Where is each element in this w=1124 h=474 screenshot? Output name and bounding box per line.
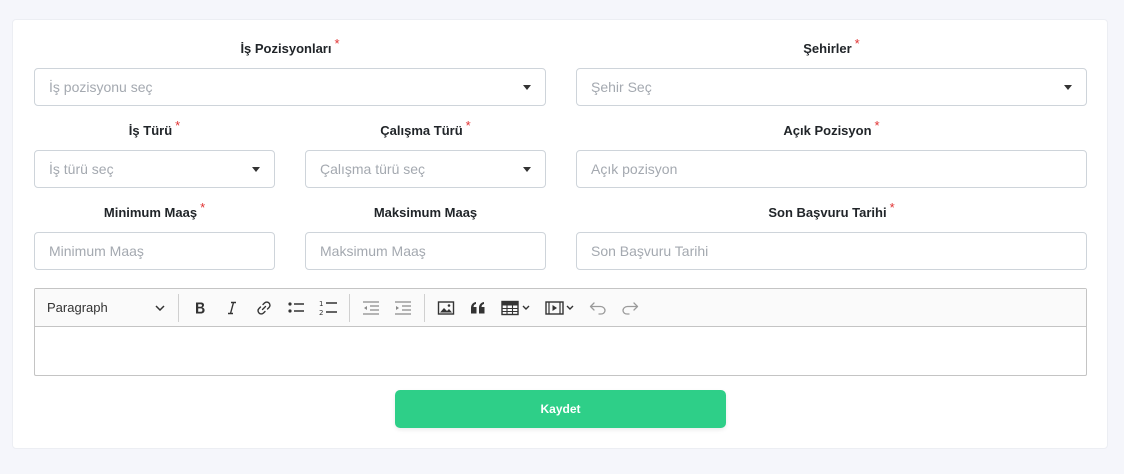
- required-marker: *: [465, 118, 471, 133]
- required-marker: *: [334, 36, 340, 51]
- indent-button[interactable]: [388, 293, 418, 323]
- max-salary-field: Maksimum Maaş Maksimum Maaş: [305, 204, 546, 270]
- position-select[interactable]: İş pozisyonu seç: [34, 68, 546, 106]
- redo-button[interactable]: [615, 293, 645, 323]
- min-salary-field: Minimum Maaş * Minimum Maaş: [34, 200, 275, 270]
- work-type-field: Çalışma Türü * Çalışma türü seç: [305, 118, 546, 188]
- rich-text-editor: Paragraph 12: [34, 288, 1087, 376]
- required-marker: *: [874, 118, 880, 133]
- cities-select[interactable]: Şehir Seç: [576, 68, 1087, 106]
- chevron-down-icon: [1064, 85, 1072, 90]
- link-button[interactable]: [249, 293, 279, 323]
- media-icon: [545, 300, 574, 315]
- position-field: İş Pozisyonları * İş pozisyonu seç: [34, 36, 546, 106]
- deadline-label: Son Başvuru Tarihi *: [768, 200, 895, 220]
- chevron-down-icon: [252, 167, 260, 172]
- required-marker: *: [854, 36, 860, 51]
- cities-placeholder: Şehir Seç: [591, 79, 652, 95]
- open-positions-field: Açık Pozisyon * Açık pozisyon: [576, 118, 1087, 188]
- chevron-down-icon: [155, 304, 165, 311]
- min-salary-input[interactable]: Minimum Maaş: [34, 232, 275, 270]
- numbered-list-button[interactable]: 12: [313, 293, 343, 323]
- numbered-list-icon: 12: [319, 300, 337, 317]
- link-icon: [257, 300, 271, 315]
- cities-field: Şehirler * Şehir Seç: [576, 36, 1087, 106]
- deadline-input[interactable]: Son Başvuru Tarihi: [576, 232, 1087, 270]
- min-salary-label: Minimum Maaş *: [103, 200, 206, 220]
- job-type-label: İş Türü *: [128, 118, 181, 138]
- chevron-down-icon: [523, 85, 531, 90]
- redo-icon: [622, 301, 639, 315]
- undo-icon: [589, 301, 606, 315]
- max-salary-placeholder: Maksimum Maaş: [320, 243, 426, 259]
- insert-table-button[interactable]: [495, 293, 537, 323]
- bold-icon: [196, 302, 205, 313]
- undo-button[interactable]: [583, 293, 613, 323]
- editor-toolbar: Paragraph 12: [35, 289, 1086, 327]
- job-type-field: İş Türü * İş türü seç: [34, 118, 275, 188]
- max-salary-input[interactable]: Maksimum Maaş: [305, 232, 546, 270]
- min-salary-placeholder: Minimum Maaş: [49, 243, 144, 259]
- position-label: İş Pozisyonları *: [240, 36, 340, 56]
- job-type-placeholder: İş türü seç: [49, 161, 114, 177]
- max-salary-label: Maksimum Maaş: [373, 205, 478, 220]
- insert-media-button[interactable]: [539, 293, 581, 323]
- required-marker: *: [200, 200, 206, 215]
- bulleted-list-icon: [288, 301, 304, 313]
- work-type-select[interactable]: Çalışma türü seç: [305, 150, 546, 188]
- required-marker: *: [175, 118, 181, 133]
- heading-dropdown[interactable]: Paragraph: [39, 293, 173, 323]
- heading-dropdown-label: Paragraph: [47, 300, 108, 315]
- job-type-select[interactable]: İş türü seç: [34, 150, 275, 188]
- required-marker: *: [889, 200, 895, 215]
- job-posting-form-card: İş Pozisyonları * İş pozisyonu seç Şehirl…: [12, 19, 1108, 449]
- cities-label: Şehirler *: [803, 36, 860, 56]
- chevron-down-icon: [523, 167, 531, 172]
- block-quote-button[interactable]: [463, 293, 493, 323]
- insert-image-button[interactable]: [431, 293, 461, 323]
- deadline-placeholder: Son Başvuru Tarihi: [591, 243, 709, 259]
- svg-text:1: 1: [319, 300, 323, 308]
- toolbar-divider: [349, 293, 350, 322]
- outdent-icon: [363, 300, 379, 315]
- quote-icon: [471, 301, 485, 313]
- open-positions-placeholder: Açık pozisyon: [591, 161, 678, 177]
- open-positions-label: Açık Pozisyon *: [783, 118, 880, 138]
- italic-icon: [228, 301, 236, 314]
- editor-content-area[interactable]: [35, 327, 1086, 375]
- outdent-button[interactable]: [356, 293, 386, 323]
- open-positions-input[interactable]: Açık pozisyon: [576, 150, 1087, 188]
- indent-icon: [395, 300, 411, 315]
- bulleted-list-button[interactable]: [281, 293, 311, 323]
- italic-button[interactable]: [217, 293, 247, 323]
- work-type-placeholder: Çalışma türü seç: [320, 161, 426, 177]
- toolbar-divider: [178, 293, 179, 322]
- bold-button[interactable]: [185, 293, 215, 323]
- deadline-field: Son Başvuru Tarihi * Son Başvuru Tarihi: [576, 200, 1087, 270]
- position-placeholder: İş pozisyonu seç: [49, 79, 153, 95]
- table-icon: [501, 300, 530, 315]
- save-button[interactable]: Kaydet: [395, 390, 726, 428]
- work-type-label: Çalışma Türü *: [380, 118, 471, 138]
- image-icon: [437, 300, 455, 315]
- svg-text:2: 2: [319, 309, 323, 317]
- toolbar-divider: [424, 293, 425, 322]
